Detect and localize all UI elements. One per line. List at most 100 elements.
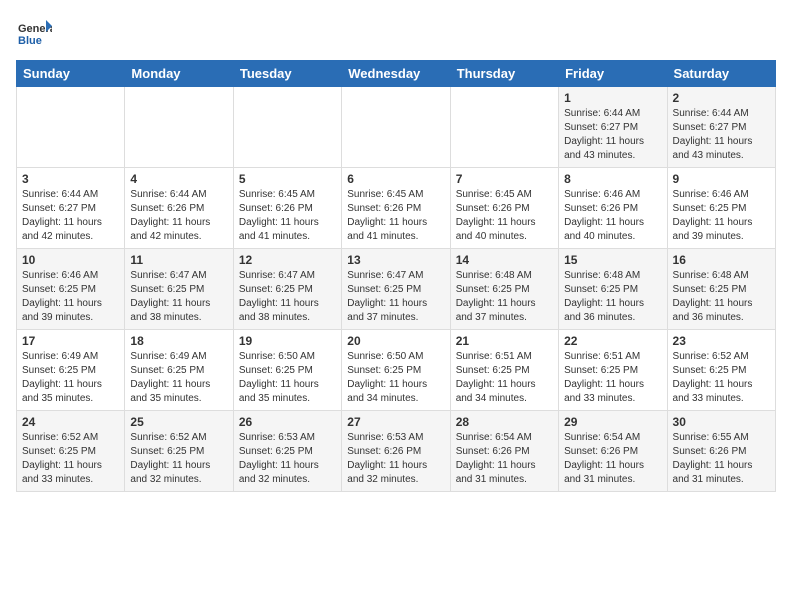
day-number: 16 — [673, 253, 770, 267]
logo: General Blue — [16, 16, 56, 52]
calendar-week-row: 17 Sunrise: 6:49 AM Sunset: 6:25 PM Dayli… — [17, 330, 776, 411]
day-info: Sunrise: 6:47 AM Sunset: 6:25 PM Dayligh… — [130, 269, 227, 325]
day-info: Sunrise: 6:52 AM Sunset: 6:25 PM Dayligh… — [673, 350, 770, 406]
day-info: Sunrise: 6:46 AM Sunset: 6:25 PM Dayligh… — [22, 269, 119, 325]
day-number: 7 — [456, 172, 553, 186]
day-info: Sunrise: 6:44 AM Sunset: 6:27 PM Dayligh… — [564, 107, 661, 163]
day-number: 15 — [564, 253, 661, 267]
day-info: Sunrise: 6:52 AM Sunset: 6:25 PM Dayligh… — [22, 431, 119, 487]
calendar-cell: 27 Sunrise: 6:53 AM Sunset: 6:26 PM Dayli… — [342, 411, 450, 492]
calendar-table: SundayMondayTuesdayWednesdayThursdayFrid… — [16, 60, 776, 492]
day-info: Sunrise: 6:45 AM Sunset: 6:26 PM Dayligh… — [456, 188, 553, 244]
day-info: Sunrise: 6:45 AM Sunset: 6:26 PM Dayligh… — [239, 188, 336, 244]
calendar-cell: 6Sunrise: 6:45 AM Sunset: 6:26 PM Daylig… — [342, 168, 450, 249]
day-info: Sunrise: 6:48 AM Sunset: 6:25 PM Dayligh… — [456, 269, 553, 325]
calendar-body: 1Sunrise: 6:44 AM Sunset: 6:27 PM Daylig… — [17, 87, 776, 492]
calendar-cell: 14 Sunrise: 6:48 AM Sunset: 6:25 PM Dayli… — [450, 249, 558, 330]
calendar-cell: 25Sunrise: 6:52 AM Sunset: 6:25 PM Dayli… — [125, 411, 233, 492]
weekday-header-thursday: Thursday — [450, 61, 558, 87]
calendar-cell: 24 Sunrise: 6:52 AM Sunset: 6:25 PM Dayli… — [17, 411, 125, 492]
weekday-header-monday: Monday — [125, 61, 233, 87]
weekday-header-row: SundayMondayTuesdayWednesdayThursdayFrid… — [17, 61, 776, 87]
day-info: Sunrise: 6:54 AM Sunset: 6:26 PM Dayligh… — [564, 431, 661, 487]
calendar-cell — [342, 87, 450, 168]
day-number: 27 — [347, 415, 444, 429]
day-info: Sunrise: 6:46 AM Sunset: 6:25 PM Dayligh… — [673, 188, 770, 244]
calendar-cell — [17, 87, 125, 168]
calendar-cell: 23 Sunrise: 6:52 AM Sunset: 6:25 PM Dayli… — [667, 330, 775, 411]
day-info: Sunrise: 6:53 AM Sunset: 6:25 PM Dayligh… — [239, 431, 336, 487]
calendar-cell: 28Sunrise: 6:54 AM Sunset: 6:26 PM Dayli… — [450, 411, 558, 492]
calendar-cell — [125, 87, 233, 168]
header: General Blue — [16, 16, 776, 52]
calendar-header: SundayMondayTuesdayWednesdayThursdayFrid… — [17, 61, 776, 87]
day-info: Sunrise: 6:50 AM Sunset: 6:25 PM Dayligh… — [239, 350, 336, 406]
day-number: 4 — [130, 172, 227, 186]
calendar-cell — [233, 87, 341, 168]
day-info: Sunrise: 6:45 AM Sunset: 6:26 PM Dayligh… — [347, 188, 444, 244]
day-number: 8 — [564, 172, 661, 186]
day-number: 13 — [347, 253, 444, 267]
calendar-cell: 15Sunrise: 6:48 AM Sunset: 6:25 PM Dayli… — [559, 249, 667, 330]
day-number: 11 — [130, 253, 227, 267]
weekday-header-sunday: Sunday — [17, 61, 125, 87]
calendar-cell: 30Sunrise: 6:55 AM Sunset: 6:26 PM Dayli… — [667, 411, 775, 492]
calendar-cell: 26 Sunrise: 6:53 AM Sunset: 6:25 PM Dayli… — [233, 411, 341, 492]
calendar-cell: 19 Sunrise: 6:50 AM Sunset: 6:25 PM Dayli… — [233, 330, 341, 411]
calendar-week-row: 24 Sunrise: 6:52 AM Sunset: 6:25 PM Dayli… — [17, 411, 776, 492]
weekday-header-friday: Friday — [559, 61, 667, 87]
day-number: 2 — [673, 91, 770, 105]
day-number: 20 — [347, 334, 444, 348]
day-number: 18 — [130, 334, 227, 348]
day-info: Sunrise: 6:51 AM Sunset: 6:25 PM Dayligh… — [456, 350, 553, 406]
calendar-cell: 4 Sunrise: 6:44 AM Sunset: 6:26 PM Daylig… — [125, 168, 233, 249]
calendar-week-row: 3Sunrise: 6:44 AM Sunset: 6:27 PM Daylig… — [17, 168, 776, 249]
day-number: 12 — [239, 253, 336, 267]
calendar-cell: 16 Sunrise: 6:48 AM Sunset: 6:25 PM Dayli… — [667, 249, 775, 330]
day-info: Sunrise: 6:51 AM Sunset: 6:25 PM Dayligh… — [564, 350, 661, 406]
calendar-cell: 1Sunrise: 6:44 AM Sunset: 6:27 PM Daylig… — [559, 87, 667, 168]
logo-icon: General Blue — [16, 16, 52, 52]
day-info: Sunrise: 6:49 AM Sunset: 6:25 PM Dayligh… — [22, 350, 119, 406]
day-info: Sunrise: 6:44 AM Sunset: 6:26 PM Dayligh… — [130, 188, 227, 244]
day-info: Sunrise: 6:47 AM Sunset: 6:25 PM Dayligh… — [347, 269, 444, 325]
day-number: 17 — [22, 334, 119, 348]
calendar-cell: 22 Sunrise: 6:51 AM Sunset: 6:25 PM Dayli… — [559, 330, 667, 411]
calendar-cell: 7 Sunrise: 6:45 AM Sunset: 6:26 PM Daylig… — [450, 168, 558, 249]
calendar-cell: 18 Sunrise: 6:49 AM Sunset: 6:25 PM Dayli… — [125, 330, 233, 411]
calendar-cell: 11 Sunrise: 6:47 AM Sunset: 6:25 PM Dayli… — [125, 249, 233, 330]
day-number: 3 — [22, 172, 119, 186]
calendar-cell: 13 Sunrise: 6:47 AM Sunset: 6:25 PM Dayli… — [342, 249, 450, 330]
weekday-header-wednesday: Wednesday — [342, 61, 450, 87]
weekday-header-saturday: Saturday — [667, 61, 775, 87]
day-number: 26 — [239, 415, 336, 429]
day-info: Sunrise: 6:55 AM Sunset: 6:26 PM Dayligh… — [673, 431, 770, 487]
day-number: 5 — [239, 172, 336, 186]
day-number: 19 — [239, 334, 336, 348]
day-info: Sunrise: 6:44 AM Sunset: 6:27 PM Dayligh… — [673, 107, 770, 163]
calendar-week-row: 10 Sunrise: 6:46 AM Sunset: 6:25 PM Dayli… — [17, 249, 776, 330]
day-number: 23 — [673, 334, 770, 348]
calendar-cell: 9Sunrise: 6:46 AM Sunset: 6:25 PM Daylig… — [667, 168, 775, 249]
calendar-week-row: 1Sunrise: 6:44 AM Sunset: 6:27 PM Daylig… — [17, 87, 776, 168]
day-info: Sunrise: 6:53 AM Sunset: 6:26 PM Dayligh… — [347, 431, 444, 487]
day-number: 21 — [456, 334, 553, 348]
svg-text:Blue: Blue — [18, 35, 42, 47]
day-info: Sunrise: 6:49 AM Sunset: 6:25 PM Dayligh… — [130, 350, 227, 406]
calendar-cell: 5 Sunrise: 6:45 AM Sunset: 6:26 PM Daylig… — [233, 168, 341, 249]
day-number: 14 — [456, 253, 553, 267]
day-number: 24 — [22, 415, 119, 429]
calendar-cell: 20Sunrise: 6:50 AM Sunset: 6:25 PM Dayli… — [342, 330, 450, 411]
day-number: 10 — [22, 253, 119, 267]
day-number: 25 — [130, 415, 227, 429]
calendar-cell: 3Sunrise: 6:44 AM Sunset: 6:27 PM Daylig… — [17, 168, 125, 249]
calendar-cell: 21 Sunrise: 6:51 AM Sunset: 6:25 PM Dayli… — [450, 330, 558, 411]
day-info: Sunrise: 6:47 AM Sunset: 6:25 PM Dayligh… — [239, 269, 336, 325]
calendar-cell: 17 Sunrise: 6:49 AM Sunset: 6:25 PM Dayli… — [17, 330, 125, 411]
calendar-cell: 12 Sunrise: 6:47 AM Sunset: 6:25 PM Dayli… — [233, 249, 341, 330]
day-info: Sunrise: 6:48 AM Sunset: 6:25 PM Dayligh… — [673, 269, 770, 325]
calendar-cell — [450, 87, 558, 168]
day-info: Sunrise: 6:46 AM Sunset: 6:26 PM Dayligh… — [564, 188, 661, 244]
day-number: 22 — [564, 334, 661, 348]
day-number: 29 — [564, 415, 661, 429]
